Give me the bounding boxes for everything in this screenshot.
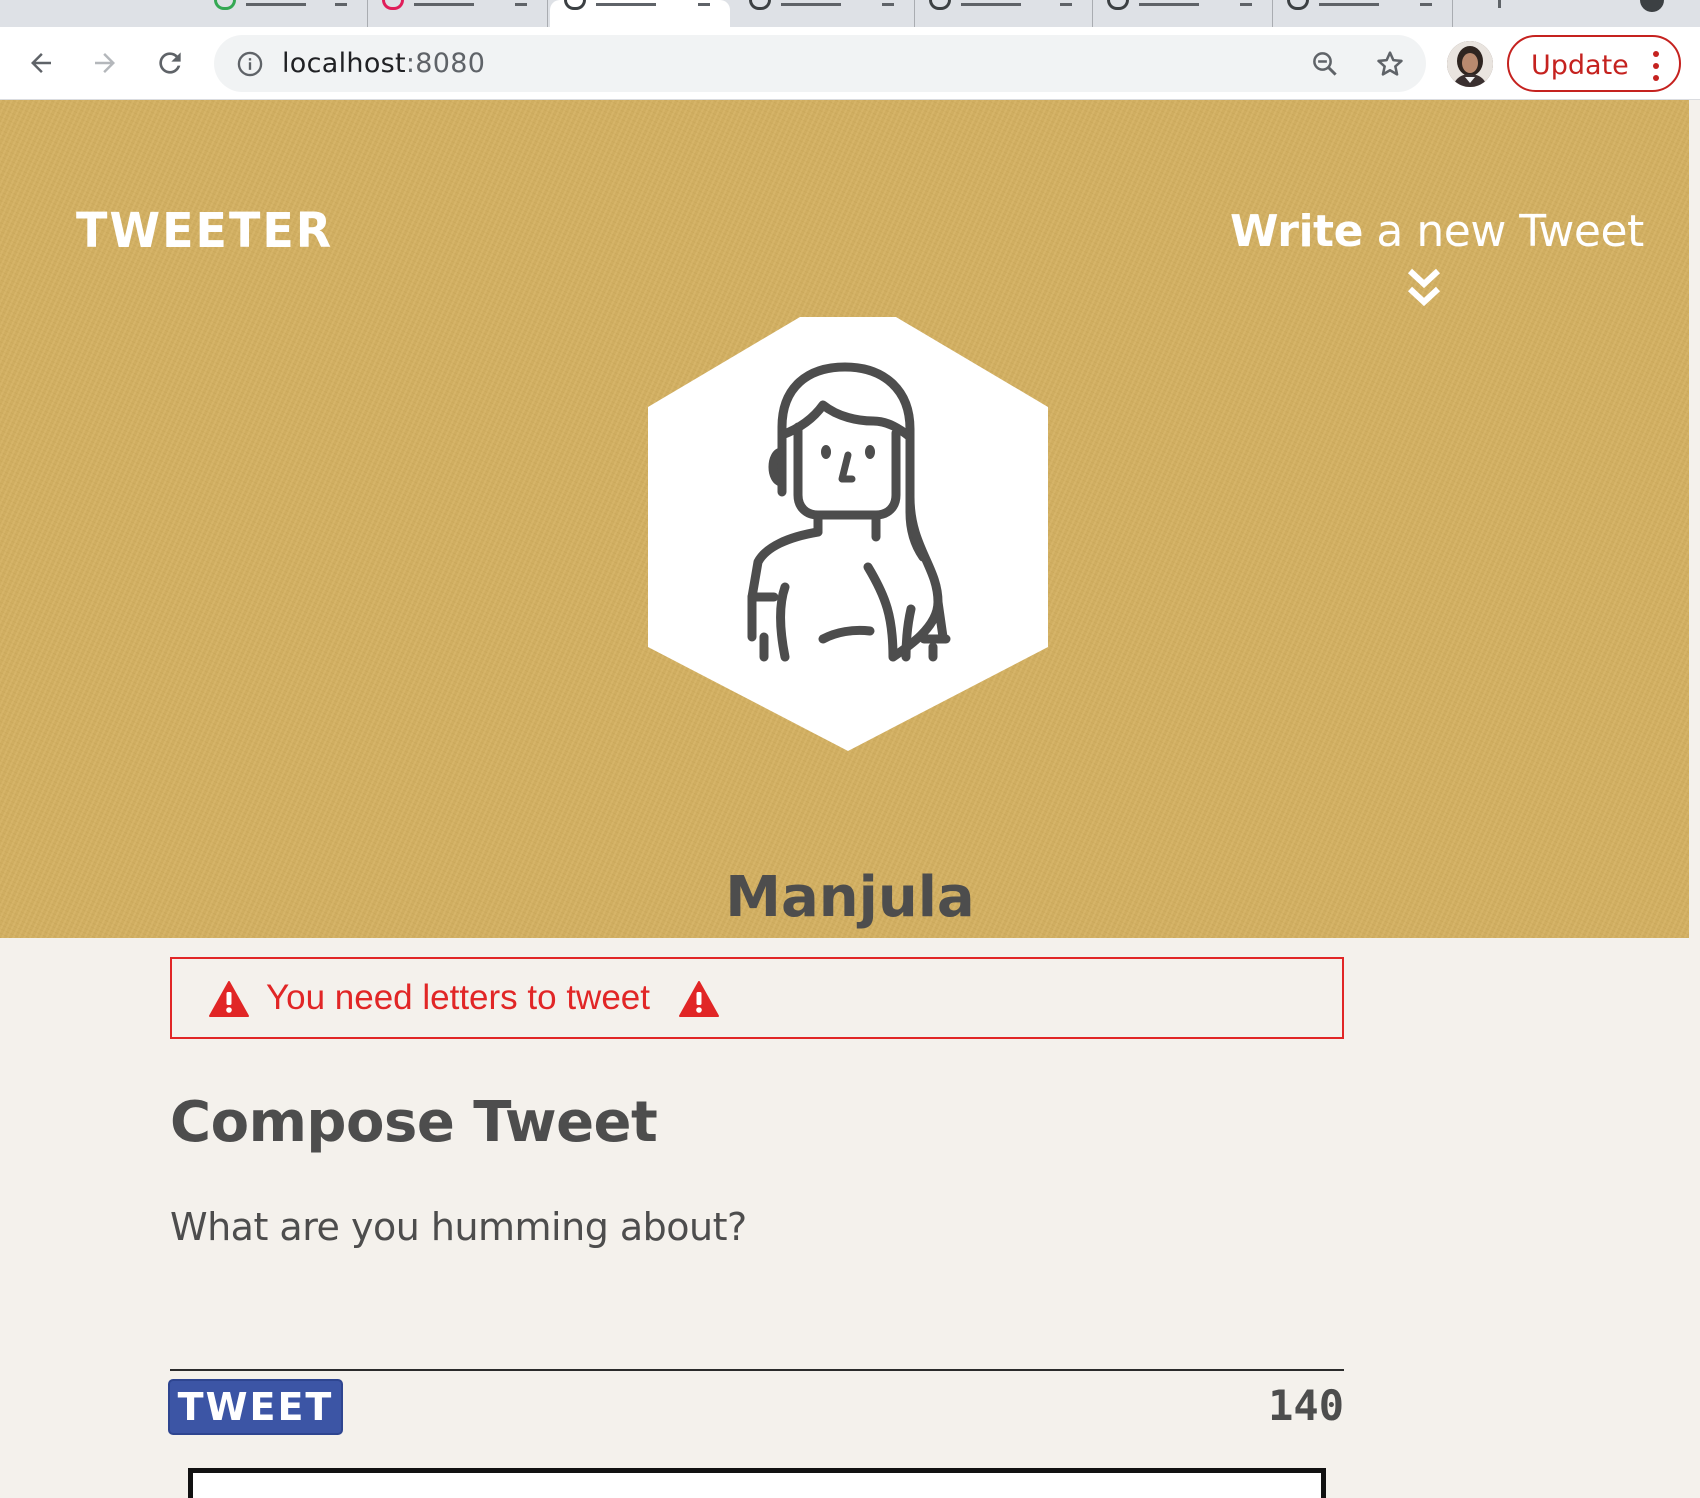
double-chevron-down-icon[interactable] <box>1406 267 1442 315</box>
tab-favicon-icon <box>1287 0 1309 10</box>
browser-tab[interactable] <box>368 0 548 27</box>
tab-close-icon[interactable] <box>882 0 894 6</box>
tab-close-icon[interactable] <box>698 0 710 6</box>
character-counter: 140 <box>1268 1381 1344 1430</box>
warning-icon <box>678 980 720 1022</box>
profile-header: TWEETER Write a new Tweet Manjula <box>0 100 1700 938</box>
avatar-woman-icon <box>648 317 1048 751</box>
bookmark-star-icon[interactable] <box>1374 48 1406 84</box>
browser-toolbar: localhost:8080 Update <box>0 27 1700 100</box>
compose-tweet-heading: Compose Tweet <box>170 1090 658 1155</box>
tab-title <box>961 0 1021 6</box>
tab-title <box>781 0 841 6</box>
tab-close-icon[interactable] <box>1420 0 1432 6</box>
more-vert-icon <box>1653 51 1659 81</box>
tab-title <box>596 0 656 6</box>
tab-title <box>1139 0 1199 6</box>
profile-name: Manjula <box>725 865 975 930</box>
browser-tab[interactable] <box>1093 0 1273 27</box>
site-info-icon[interactable] <box>236 50 264 82</box>
arrow-left-icon <box>31 53 51 73</box>
tab-close-icon[interactable] <box>515 0 527 6</box>
tab-favicon-icon <box>564 0 586 10</box>
browser-tab[interactable] <box>200 0 368 27</box>
write-link-rest: a new Tweet <box>1362 206 1644 257</box>
tab-close-icon[interactable] <box>335 0 347 6</box>
tab-title <box>246 0 306 6</box>
tab-title <box>414 0 474 6</box>
write-link-strong: Write <box>1230 206 1363 257</box>
site-logo[interactable]: TWEETER <box>76 202 333 259</box>
zoom-icon[interactable] <box>1310 49 1340 83</box>
tab-title <box>1319 0 1379 6</box>
back-button[interactable] <box>18 40 64 86</box>
profile-photo-icon <box>1447 41 1493 87</box>
error-text: You need letters to tweet <box>266 978 650 1017</box>
tab-favicon-icon <box>214 0 236 10</box>
arrow-right-icon <box>95 53 115 73</box>
scrollbar[interactable] <box>1689 100 1700 1477</box>
tab-favicon-icon <box>382 0 404 10</box>
warning-icon <box>208 980 250 1022</box>
profile-avatar[interactable] <box>1447 41 1493 87</box>
url-port: :8080 <box>405 48 486 79</box>
browser-tab[interactable] <box>1273 0 1453 27</box>
browser-tab[interactable] <box>735 0 915 27</box>
new-tab-icon[interactable] <box>1498 0 1516 8</box>
browser-tab[interactable] <box>915 0 1093 27</box>
tweet-card <box>188 1468 1326 1498</box>
address-bar[interactable]: localhost:8080 <box>214 35 1426 92</box>
url-host: localhost <box>282 48 406 79</box>
user-avatar <box>648 317 1048 755</box>
tab-close-icon[interactable] <box>1060 0 1072 6</box>
error-message: You need letters to tweet <box>170 957 1344 1039</box>
browser-tab-active[interactable] <box>550 0 730 27</box>
chrome-menu-icon[interactable] <box>1640 0 1664 12</box>
tab-close-icon[interactable] <box>1240 0 1252 6</box>
write-new-tweet-link[interactable]: Write a new Tweet <box>1230 206 1644 257</box>
browser-tab-strip <box>0 0 1700 27</box>
reload-icon <box>159 52 181 74</box>
forward-button[interactable] <box>82 40 128 86</box>
tweet-textarea[interactable] <box>170 1205 1344 1371</box>
reload-button[interactable] <box>147 40 193 86</box>
url-text[interactable]: localhost:8080 <box>282 48 485 79</box>
update-button[interactable]: Update <box>1507 35 1681 92</box>
tab-favicon-icon <box>1107 0 1129 10</box>
tab-favicon-icon <box>929 0 951 10</box>
tab-favicon-icon <box>749 0 771 10</box>
update-label: Update <box>1531 50 1629 81</box>
tweet-button[interactable]: TWEET <box>168 1379 343 1435</box>
